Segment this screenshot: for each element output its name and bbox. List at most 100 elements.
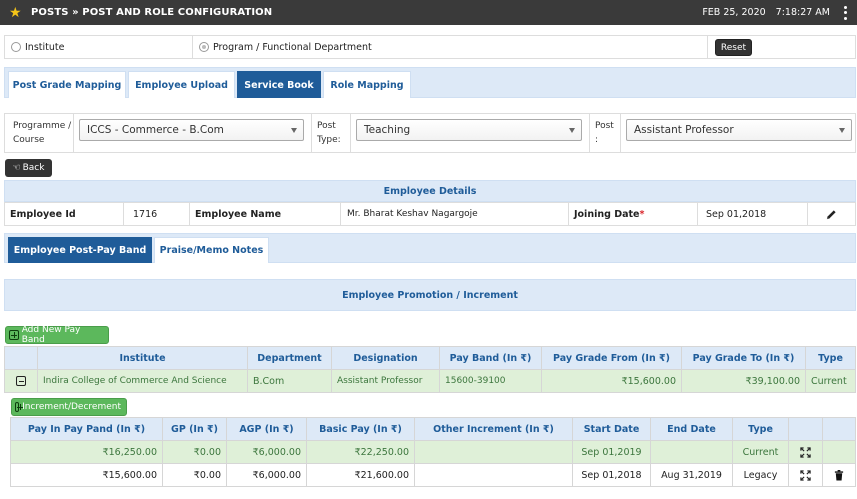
cell-gp: ₹0.00 xyxy=(162,463,227,487)
col-institute: Institute xyxy=(37,346,248,370)
joining-date-value: Sep 01,2018 xyxy=(698,203,808,225)
delete-row[interactable] xyxy=(822,463,856,487)
programme-label: Programme / Course xyxy=(13,121,72,145)
employee-details-heading: Employee Details xyxy=(4,180,856,202)
increment-header-row: Pay In Pay Pand (In ₹) GP (In ₹) AGP (In… xyxy=(10,417,856,441)
table-row[interactable]: ₹15,600.00 ₹0.00 ₹6,000.00 ₹21,600.00 Se… xyxy=(10,463,856,487)
plus-icon xyxy=(15,402,24,412)
header-time: 7:18:27 AM xyxy=(775,7,830,18)
trash-icon[interactable] xyxy=(834,469,844,481)
cell-pay-band: 15600-39100 xyxy=(439,369,542,393)
col-agp: AGP (In ₹) xyxy=(226,417,307,441)
employee-details-row: Employee Id 1716 Employee Name Mr. Bhara… xyxy=(4,202,856,226)
expand-row[interactable] xyxy=(788,440,823,464)
cell-start: Sep 01,2019 xyxy=(572,440,651,464)
employee-subtabs: Employee Post-Pay Band Praise/Memo Notes xyxy=(4,233,856,263)
pencil-icon[interactable] xyxy=(826,209,837,220)
col-basic-pay: Basic Pay (In ₹) xyxy=(306,417,415,441)
filter-row: Programme / Course ICCS - Commerce - B.C… xyxy=(4,113,856,153)
post-type-label: Post Type: xyxy=(317,121,341,145)
program-radio[interactable] xyxy=(199,42,209,52)
plus-icon xyxy=(9,330,19,340)
tab-employee-post-pay-band[interactable]: Employee Post-Pay Band xyxy=(8,237,152,263)
cell-basic: ₹21,600.00 xyxy=(306,463,415,487)
cell-start: Sep 01,2018 xyxy=(572,463,651,487)
cell-type: Current xyxy=(732,440,789,464)
program-option[interactable]: Program / Functional Department xyxy=(193,36,708,58)
col-other-increment: Other Increment (In ₹) xyxy=(414,417,573,441)
program-radio-label: Program / Functional Department xyxy=(213,41,372,53)
increment-table: Pay In Pay Pand (In ₹) GP (In ₹) AGP (In… xyxy=(10,417,856,487)
employee-id-label: Employee Id xyxy=(5,203,124,225)
pay-band-table: Institute Department Designation Pay Ban… xyxy=(4,346,856,393)
col-type: Type xyxy=(805,346,856,370)
pay-band-header-row: Institute Department Designation Pay Ban… xyxy=(4,346,856,370)
chevron-down-icon xyxy=(839,128,845,133)
top-bar: ★ POSTS » POST AND ROLE CONFIGURATION FE… xyxy=(0,0,857,25)
cell-type: Current xyxy=(805,369,856,393)
cell-end xyxy=(650,440,733,464)
tab-service-book[interactable]: Service Book xyxy=(237,71,321,98)
employee-name-label: Employee Name xyxy=(190,203,341,225)
joining-date-label: Joining Date * xyxy=(569,203,698,225)
table-row[interactable]: Indira College of Commerce And Science B… xyxy=(4,369,856,393)
main-tabs: Post Grade Mapping Employee Upload Servi… xyxy=(4,67,856,98)
cell-institute: Indira College of Commerce And Science xyxy=(37,369,248,393)
col-pay-band: Pay Band (In ₹) xyxy=(439,346,542,370)
cell-grade-from: ₹15,600.00 xyxy=(541,369,682,393)
cell-type: Legacy xyxy=(732,463,789,487)
table-row[interactable]: ₹16,250.00 ₹0.00 ₹6,000.00 ₹22,250.00 Se… xyxy=(10,440,856,464)
chevron-down-icon xyxy=(569,128,575,133)
page-title: POSTS » POST AND ROLE CONFIGURATION xyxy=(31,7,273,18)
cell-grade-to: ₹39,100.00 xyxy=(681,369,806,393)
col-pay-in-pay-band: Pay In Pay Pand (In ₹) xyxy=(10,417,163,441)
programme-select[interactable]: ICCS - Commerce - B.Com xyxy=(79,119,304,141)
institute-option[interactable]: Institute xyxy=(5,36,193,58)
tab-role-mapping[interactable]: Role Mapping xyxy=(323,71,411,98)
cell-agp: ₹6,000.00 xyxy=(226,463,307,487)
tab-post-grade-mapping[interactable]: Post Grade Mapping xyxy=(8,71,126,98)
header-date: FEB 25, 2020 xyxy=(702,7,766,18)
chevron-down-icon xyxy=(291,128,297,133)
col-gp: GP (In ₹) xyxy=(162,417,227,441)
col-type: Type xyxy=(732,417,789,441)
col-department: Department xyxy=(247,346,332,370)
cell-gp: ₹0.00 xyxy=(162,440,227,464)
expand-icon[interactable] xyxy=(800,469,811,481)
cell-designation: Assistant Professor xyxy=(331,369,440,393)
cell-basic: ₹22,250.00 xyxy=(306,440,415,464)
tab-praise-memo-notes[interactable]: Praise/Memo Notes xyxy=(154,237,269,263)
post-select[interactable]: Assistant Professor xyxy=(626,119,852,141)
pointing-hand-icon: ☜ xyxy=(12,163,21,173)
col-start-date: Start Date xyxy=(572,417,651,441)
col-designation: Designation xyxy=(331,346,440,370)
star-icon[interactable]: ★ xyxy=(9,6,23,20)
edit-employee[interactable] xyxy=(808,203,855,225)
cell-pay: ₹16,250.00 xyxy=(10,440,163,464)
add-pay-band-button[interactable]: Add New Pay Band xyxy=(5,325,109,345)
col-end-date: End Date xyxy=(650,417,733,441)
increment-decrement-button[interactable]: Increment/Decrement xyxy=(11,398,127,416)
scope-radio-row: Institute Program / Functional Departmen… xyxy=(4,35,856,59)
post-label: Post : xyxy=(595,121,614,145)
cell-other xyxy=(414,463,573,487)
tab-employee-upload[interactable]: Employee Upload xyxy=(128,71,235,98)
cell-department: B.Com xyxy=(247,369,332,393)
back-button[interactable]: ☜ Back xyxy=(5,159,52,177)
minus-icon[interactable] xyxy=(16,376,26,386)
reset-button[interactable]: Reset xyxy=(715,39,752,56)
expand-row[interactable] xyxy=(788,463,823,487)
post-type-select[interactable]: Teaching xyxy=(356,119,582,141)
required-marker: * xyxy=(639,208,645,220)
kebab-menu-icon[interactable] xyxy=(840,5,850,20)
col-grade-to: Pay Grade To (In ₹) xyxy=(681,346,806,370)
col-grade-from: Pay Grade From (In ₹) xyxy=(541,346,682,370)
expand-icon[interactable] xyxy=(800,446,811,458)
cell-pay: ₹15,600.00 xyxy=(10,463,163,487)
cell-agp: ₹6,000.00 xyxy=(226,440,307,464)
employee-id-value: 1716 xyxy=(124,203,190,225)
institute-radio[interactable] xyxy=(11,42,21,52)
promotion-heading: Employee Promotion / Increment xyxy=(4,279,856,311)
collapse-row[interactable] xyxy=(4,369,38,393)
cell-end: Aug 31,2019 xyxy=(650,463,733,487)
